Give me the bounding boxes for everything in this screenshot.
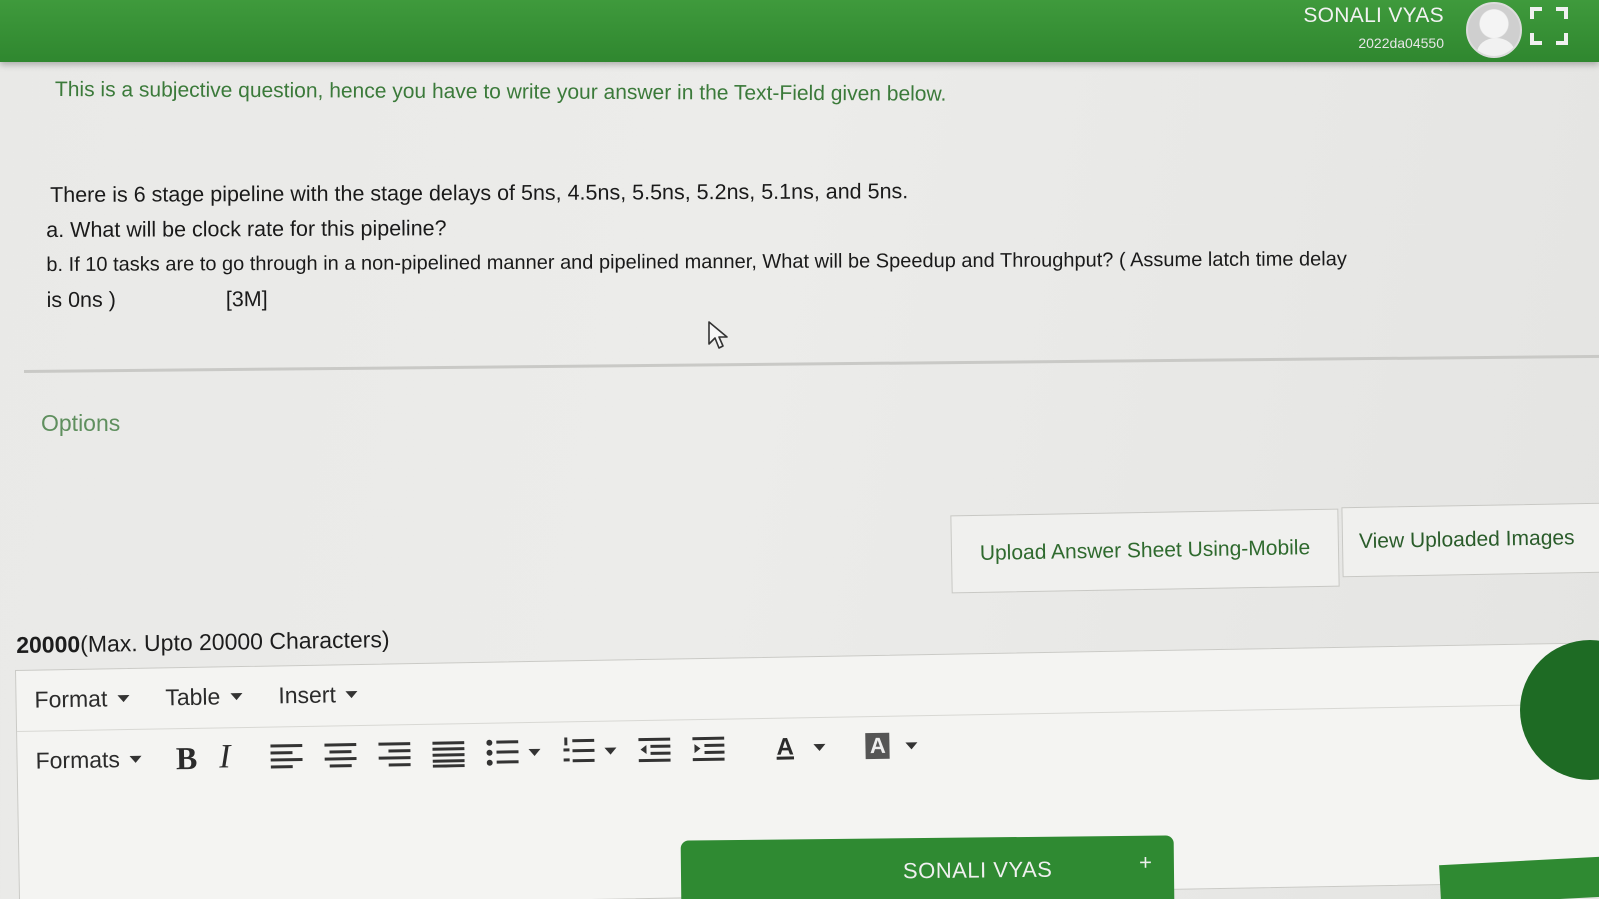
chevron-down-icon <box>604 747 617 755</box>
menu-format[interactable]: Format <box>34 685 130 714</box>
options-label: Options <box>41 410 121 436</box>
menu-format-label: Format <box>34 685 108 713</box>
divider <box>24 354 1599 373</box>
outdent-icon[interactable] <box>638 730 671 771</box>
user-info: SONALI VYAS 2022da04550 <box>1303 4 1444 51</box>
upload-answer-sheet-button[interactable]: Upload Answer Sheet Using-Mobile <box>950 508 1340 594</box>
background-color-button[interactable]: A <box>865 725 918 766</box>
instruction-text: This is a subjective question, hence you… <box>54 78 947 106</box>
character-limit: 20000(Max. Upto 20000 Characters) <box>16 626 390 659</box>
numbered-list-icon[interactable] <box>562 731 617 772</box>
font-color-button[interactable]: A <box>776 727 826 768</box>
character-limit-text: (Max. Upto 20000 Characters) <box>79 626 390 657</box>
question-text: There is 6 stage pipeline with the stage… <box>46 171 1587 318</box>
chevron-down-icon <box>528 748 541 756</box>
italic-button[interactable]: I <box>219 737 231 777</box>
chevron-down-icon <box>230 693 243 701</box>
user-id: 2022da04550 <box>1358 35 1444 51</box>
top-header-bar: SONALI VYAS 2022da04550 <box>0 0 1599 62</box>
menu-table[interactable]: Table <box>165 683 243 711</box>
user-name: SONALI VYAS <box>1303 4 1444 27</box>
formats-dropdown[interactable]: Formats <box>35 739 142 781</box>
bottom-tab-label: SONALI VYAS <box>902 856 1053 884</box>
menu-table-label: Table <box>165 683 221 711</box>
indent-icon[interactable] <box>692 729 725 770</box>
chevron-down-icon <box>905 741 918 749</box>
align-justify-icon[interactable] <box>432 733 465 774</box>
plus-icon[interactable]: + <box>1139 850 1152 876</box>
editor-toolbar: Formats B I A A <box>35 725 940 781</box>
menu-insert-label: Insert <box>278 681 337 709</box>
bottom-chat-tab[interactable]: SONALI VYAS + <box>680 835 1175 899</box>
avatar[interactable] <box>1466 2 1522 58</box>
align-center-icon[interactable] <box>324 735 357 776</box>
align-right-icon[interactable] <box>378 734 411 775</box>
chevron-down-icon <box>813 743 826 751</box>
menu-insert[interactable]: Insert <box>278 681 358 709</box>
chevron-down-icon <box>117 695 130 703</box>
background-color-icon: A <box>865 732 890 760</box>
font-color-icon: A <box>776 733 795 761</box>
question-part-b-continued: is 0ns ) [3M] <box>46 276 1586 318</box>
bullet-list-icon[interactable] <box>486 732 541 773</box>
chevron-down-icon <box>129 755 142 763</box>
question-marks: [3M] <box>225 287 268 312</box>
question-latch-note: is 0ns ) <box>46 287 116 312</box>
character-limit-count: 20000 <box>16 630 81 658</box>
align-left-icon[interactable] <box>270 736 303 777</box>
formats-label: Formats <box>35 745 121 774</box>
chevron-down-icon <box>345 691 358 699</box>
editor-menubar: Format Table Insert <box>34 681 358 714</box>
view-uploaded-images-button[interactable]: View Uploaded Images <box>1341 502 1599 578</box>
bold-button[interactable]: B <box>176 738 198 778</box>
fullscreen-icon[interactable] <box>1528 5 1570 47</box>
mouse-cursor-icon <box>708 321 728 349</box>
